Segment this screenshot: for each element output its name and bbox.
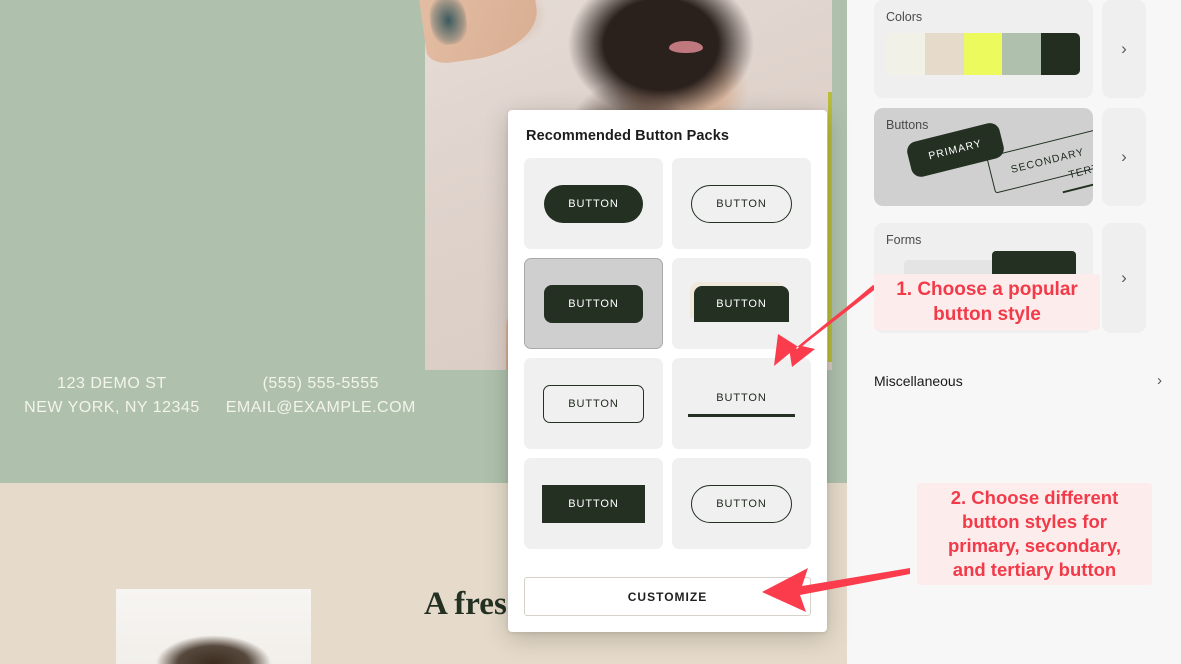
modal-title: Recommended Button Packs xyxy=(526,128,730,144)
contact-city-state-zip: NEW YORK, NY 12345 xyxy=(24,399,200,416)
hero-photo-lips xyxy=(669,40,704,53)
annotation-callout-1-line1: 1. Choose a popular xyxy=(896,279,1078,300)
forms-expand-chevron-button[interactable]: › xyxy=(1102,223,1146,333)
annotation-arrow-2 xyxy=(762,568,910,612)
button-preview-label: BUTTON xyxy=(542,484,645,523)
sidebar-section-buttons: Buttons PRIMARY SECONDARY TERTIARY › xyxy=(874,108,1146,206)
button-preview-label: BUTTON xyxy=(716,392,767,405)
button-preview-label: BUTTON xyxy=(544,184,643,223)
contact-email: EMAIL@EXAMPLE.COM xyxy=(225,399,416,416)
button-pack-option-pill-outline-2[interactable]: BUTTON xyxy=(672,458,811,549)
chevron-right-icon: › xyxy=(1121,39,1127,58)
annotation-callout-2-line1: 2. Choose different xyxy=(950,487,1119,508)
hero-photo-arm xyxy=(418,0,543,66)
button-preview-label: BUTTON xyxy=(543,384,644,423)
forms-card-title: Forms xyxy=(886,233,922,247)
chevron-right-icon: › xyxy=(1157,372,1162,389)
color-swatch-2[interactable] xyxy=(924,33,964,75)
button-preview-label: BUTTON xyxy=(544,284,643,323)
bottom-section-heading: A fres xyxy=(424,586,507,622)
miscellaneous-label: Miscellaneous xyxy=(874,372,963,389)
screen-root: 123 DEMO ST NEW YORK, NY 12345 (555) 555… xyxy=(0,0,1181,664)
color-swatch-5[interactable] xyxy=(1041,33,1080,75)
chevron-right-icon: › xyxy=(1121,268,1127,287)
color-swatch-strip[interactable] xyxy=(886,33,1080,75)
sidebar-section-colors: Colors › xyxy=(874,0,1146,98)
sidebar-item-miscellaneous[interactable]: Miscellaneous › xyxy=(874,372,1162,389)
contact-block: 123 DEMO ST NEW YORK, NY 12345 (555) 555… xyxy=(20,372,420,420)
contact-phone: (555) 555-5555 xyxy=(262,375,379,392)
button-preview-underline-bar xyxy=(688,414,795,417)
annotation-arrow-1 xyxy=(774,284,878,367)
colors-card-title: Colors xyxy=(886,10,923,24)
annotation-callout-2: 2. Choose different button styles for pr… xyxy=(917,483,1152,585)
contact-address-column: 123 DEMO ST NEW YORK, NY 12345 xyxy=(24,372,200,420)
contact-reach-column: (555) 555-5555 EMAIL@EXAMPLE.COM xyxy=(226,372,416,420)
color-swatch-4[interactable] xyxy=(1002,33,1042,75)
button-pack-option-rounded-filled[interactable]: BUTTON xyxy=(524,258,663,349)
colors-card[interactable]: Colors xyxy=(874,0,1093,98)
button-pack-option-pill-filled[interactable]: BUTTON xyxy=(524,158,663,249)
button-preview-underline-wrapper: BUTTON xyxy=(688,390,795,417)
buttons-expand-chevron-button[interactable]: › xyxy=(1102,108,1146,206)
annotation-callout-2-line4: and tertiary button xyxy=(952,559,1117,580)
colors-expand-chevron-button[interactable]: › xyxy=(1102,0,1146,98)
chevron-right-icon: › xyxy=(1121,147,1127,166)
contact-street: 123 DEMO ST xyxy=(57,375,167,392)
color-swatch-3[interactable] xyxy=(963,33,1003,75)
annotation-callout-1-line2: button style xyxy=(933,304,1041,325)
button-pack-option-rect-outline[interactable]: BUTTON xyxy=(524,358,663,449)
button-preview-label: BUTTON xyxy=(691,184,792,223)
annotation-callout-1: 1. Choose a popular button style xyxy=(874,274,1100,330)
annotation-callout-2-line2: button styles for xyxy=(962,511,1107,532)
annotation-callout-2-line3: primary, secondary, xyxy=(947,535,1122,556)
hero-photo-tattoo xyxy=(427,0,470,47)
bottom-section-photo xyxy=(116,589,311,664)
color-swatch-1[interactable] xyxy=(886,33,925,75)
button-preview-label: BUTTON xyxy=(691,484,792,523)
button-pack-option-square-filled[interactable]: BUTTON xyxy=(524,458,663,549)
button-pack-option-pill-outline[interactable]: BUTTON xyxy=(672,158,811,249)
buttons-card[interactable]: Buttons PRIMARY SECONDARY TERTIARY xyxy=(874,108,1093,206)
